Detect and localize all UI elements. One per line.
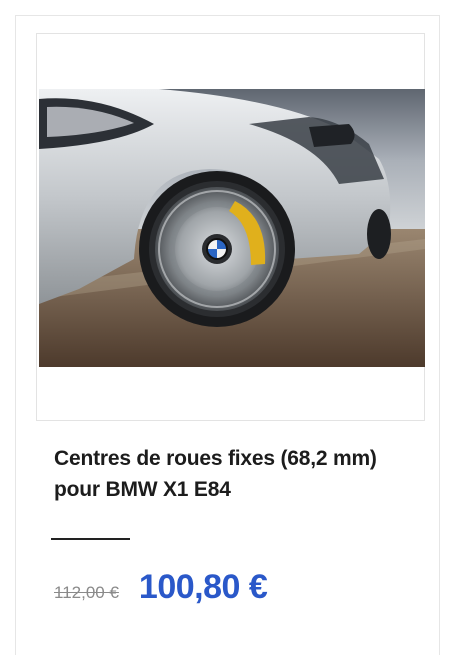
product-image[interactable] (39, 89, 425, 367)
old-price: 112,00 € (54, 583, 119, 602)
product-title[interactable]: Centres de roues fixes (68,2 mm) pour BM… (54, 443, 399, 505)
product-image-frame[interactable] (36, 33, 425, 421)
sale-price: 100,80 € (138, 568, 268, 606)
product-card[interactable]: Centres de roues fixes (68,2 mm) pour BM… (15, 15, 440, 655)
divider (51, 538, 130, 540)
car-wheel-photo (39, 89, 425, 367)
price-row: 112,00 € 100,80 € (54, 568, 268, 607)
